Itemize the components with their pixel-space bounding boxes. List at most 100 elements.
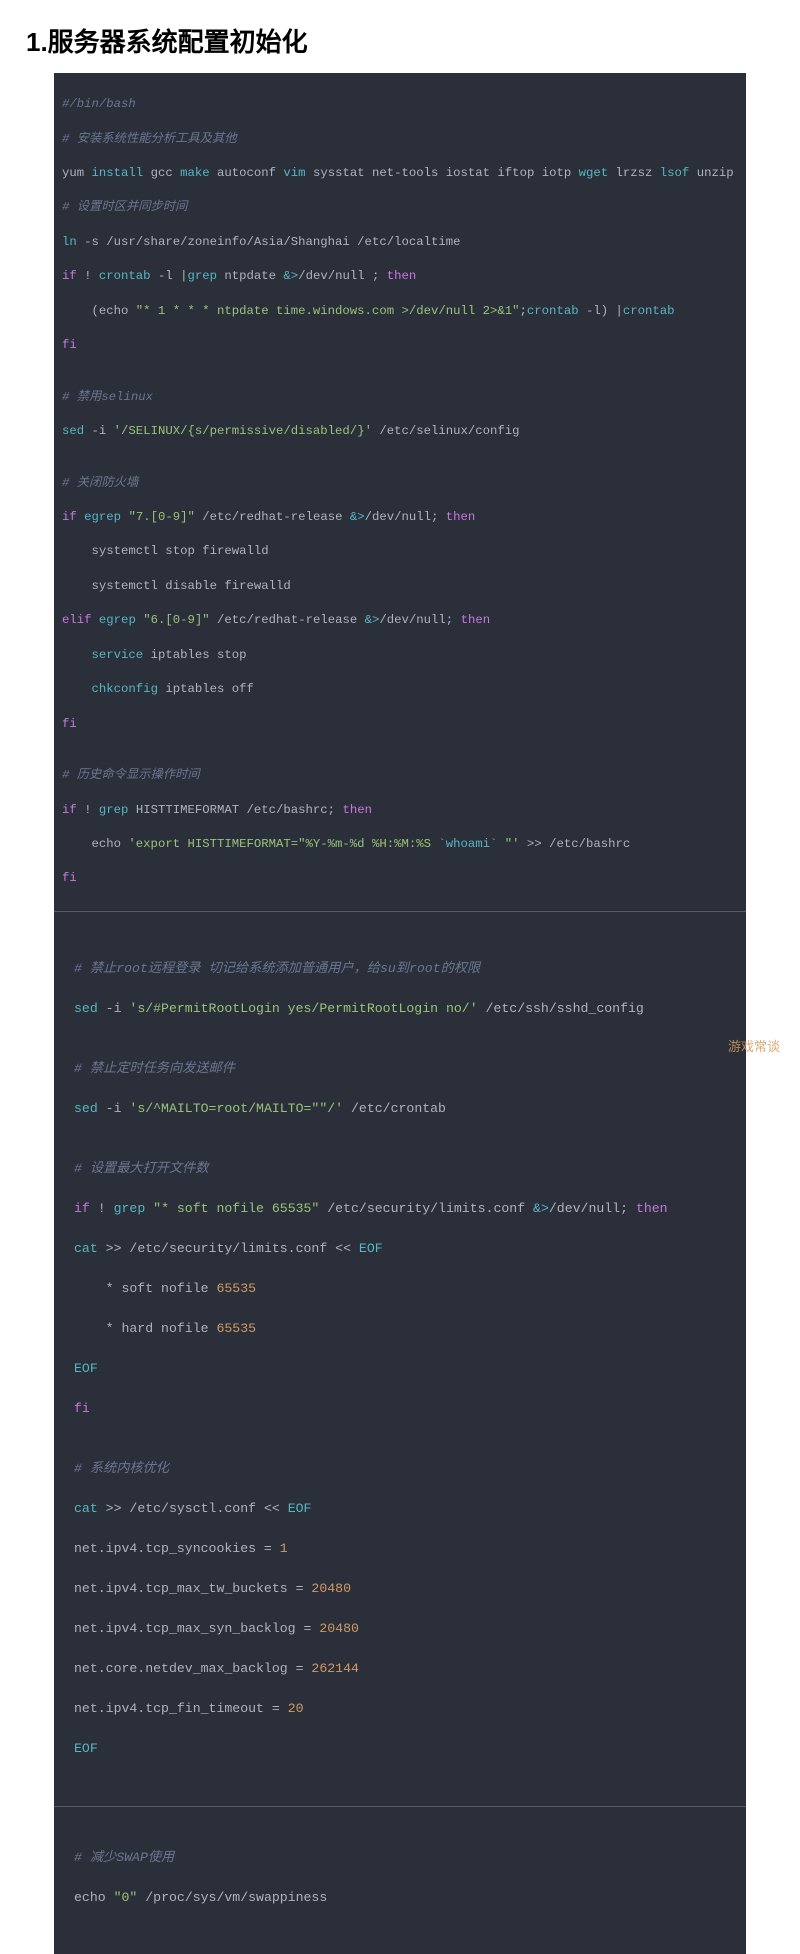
code-token xyxy=(92,613,99,627)
code-token: "* soft nofile 65535" xyxy=(153,1201,319,1216)
code-token: -l) | xyxy=(579,304,623,318)
code-token: -i xyxy=(84,424,114,438)
code-token: /etc/crontab xyxy=(343,1101,446,1116)
code-token: then xyxy=(342,803,372,817)
code-token: EOF xyxy=(288,1501,312,1516)
code-token: gcc xyxy=(143,166,180,180)
code-token: "* 1 * * * ntpdate time.windows.com >/de… xyxy=(136,304,520,318)
code-token: 65535 xyxy=(216,1321,256,1336)
code-token: install xyxy=(92,166,144,180)
code-line: # 系统内核优化 xyxy=(74,1461,169,1476)
code-line: systemctl stop firewalld xyxy=(62,544,269,558)
code-token: >> /etc/security/limits.conf << xyxy=(98,1241,359,1256)
code-token: ln xyxy=(62,235,77,249)
code-token: -i xyxy=(98,1101,130,1116)
code-token: /proc/sys/vm/swappiness xyxy=(137,1890,327,1905)
code-token: then xyxy=(387,269,417,283)
code-block-2: # 禁止root远程登录 切记给系统添加普通用户，给su到root的权限 sed… xyxy=(62,929,738,1783)
code-token: (echo xyxy=(62,304,136,318)
code-token: 's/^MAILTO=root/MAILTO=""/' xyxy=(129,1101,343,1116)
code-token: net.ipv4.tcp_max_tw_buckets = xyxy=(74,1581,311,1596)
code-line: # 关闭防火墙 xyxy=(62,476,138,490)
code-token: 65535 xyxy=(216,1281,256,1296)
code-token: echo xyxy=(74,1890,114,1905)
code-line: #/bin/bash xyxy=(62,97,136,111)
code-line: # 减少SWAP使用 xyxy=(74,1850,174,1865)
code-token: then xyxy=(446,510,476,524)
code-token: yum xyxy=(62,166,92,180)
code-token: elif xyxy=(62,613,92,627)
code-token: vim xyxy=(283,166,305,180)
code-line: fi xyxy=(62,717,77,731)
code-token: if xyxy=(62,510,77,524)
code-token: if xyxy=(62,803,77,817)
code-token: "' xyxy=(497,837,519,851)
code-token: /etc/redhat-release xyxy=(210,613,365,627)
code-block-3: # 减少SWAP使用 echo "0" /proc/sys/vm/swappin… xyxy=(62,1824,738,1930)
code-token: lsof xyxy=(660,166,690,180)
code-token: grep xyxy=(99,803,129,817)
code-token: 20480 xyxy=(319,1621,359,1636)
code-container: #/bin/bash # 安装系统性能分析工具及其他 yum install g… xyxy=(54,73,746,1954)
code-token: * soft nofile xyxy=(74,1281,216,1296)
code-token: "6.[0-9]" xyxy=(143,613,209,627)
code-token: 'export HISTTIMEFORMAT="%Y-%m-%d %H:%M:%… xyxy=(128,837,438,851)
code-line: fi xyxy=(62,338,77,352)
code-token: -s /usr/share/zoneinfo/Asia/Shanghai /et… xyxy=(77,235,461,249)
code-token xyxy=(62,648,92,662)
code-token xyxy=(145,1201,153,1216)
code-token: /dev/null; xyxy=(549,1201,636,1216)
code-line: # 禁止root远程登录 切记给系统添加普通用户，给su到root的权限 xyxy=(74,961,480,976)
code-token: `whoami` xyxy=(438,837,497,851)
code-token: if xyxy=(74,1201,90,1216)
code-token: /etc/redhat-release xyxy=(195,510,350,524)
code-token: if xyxy=(62,269,77,283)
code-line: # 历史命令显示操作时间 xyxy=(62,768,200,782)
code-token: egrep xyxy=(99,613,136,627)
code-token: ! xyxy=(77,803,99,817)
code-token: iptables off xyxy=(158,682,254,696)
code-line: # 设置最大打开文件数 xyxy=(74,1161,209,1176)
document-title: 1.服务器系统配置初始化 xyxy=(0,0,800,73)
code-token: * hard nofile xyxy=(74,1321,216,1336)
code-token: cat xyxy=(74,1241,98,1256)
code-token: /etc/selinux/config xyxy=(372,424,520,438)
code-token: sysstat net-tools iostat iftop iotp xyxy=(306,166,579,180)
code-token: crontab xyxy=(99,269,151,283)
code-token: 's/#PermitRootLogin yes/PermitRootLogin … xyxy=(129,1001,477,1016)
code-token: &> xyxy=(283,269,298,283)
code-token: "7.[0-9]" xyxy=(128,510,194,524)
code-line: EOF xyxy=(74,1361,98,1376)
code-token: crontab xyxy=(527,304,579,318)
code-token: /etc/ssh/sshd_config xyxy=(478,1001,644,1016)
code-token: ! xyxy=(77,269,99,283)
code-token: net.ipv4.tcp_max_syn_backlog = xyxy=(74,1621,319,1636)
code-token: then xyxy=(461,613,491,627)
code-token: autoconf xyxy=(210,166,284,180)
code-token: -i xyxy=(98,1001,130,1016)
code-line: # 禁用selinux xyxy=(62,390,153,404)
code-token: cat xyxy=(74,1501,98,1516)
code-token: /dev/null ; xyxy=(298,269,387,283)
code-block-1: #/bin/bash # 安装系统性能分析工具及其他 yum install g… xyxy=(54,73,746,1954)
code-token: &> xyxy=(365,613,380,627)
code-token: /dev/null; xyxy=(379,613,460,627)
watermark: 游戏常谈 xyxy=(728,1036,780,1055)
code-line: EOF xyxy=(74,1741,98,1756)
code-line: fi xyxy=(74,1401,90,1416)
code-line: systemctl disable firewalld xyxy=(62,579,291,593)
code-token: unzip xyxy=(689,166,733,180)
code-token: make xyxy=(180,166,210,180)
code-token: then xyxy=(636,1201,668,1216)
code-line: # 禁止定时任务向发送邮件 xyxy=(74,1061,235,1076)
code-token: -l | xyxy=(151,269,188,283)
code-token: &> xyxy=(350,510,365,524)
code-section-divider xyxy=(54,1806,746,1807)
code-token: wget xyxy=(579,166,609,180)
code-token: service xyxy=(92,648,144,662)
code-token: net.ipv4.tcp_fin_timeout = xyxy=(74,1701,288,1716)
code-token: EOF xyxy=(359,1241,383,1256)
code-token xyxy=(62,682,92,696)
code-token: net.core.netdev_max_backlog = xyxy=(74,1661,311,1676)
code-token: >> /etc/sysctl.conf << xyxy=(98,1501,288,1516)
